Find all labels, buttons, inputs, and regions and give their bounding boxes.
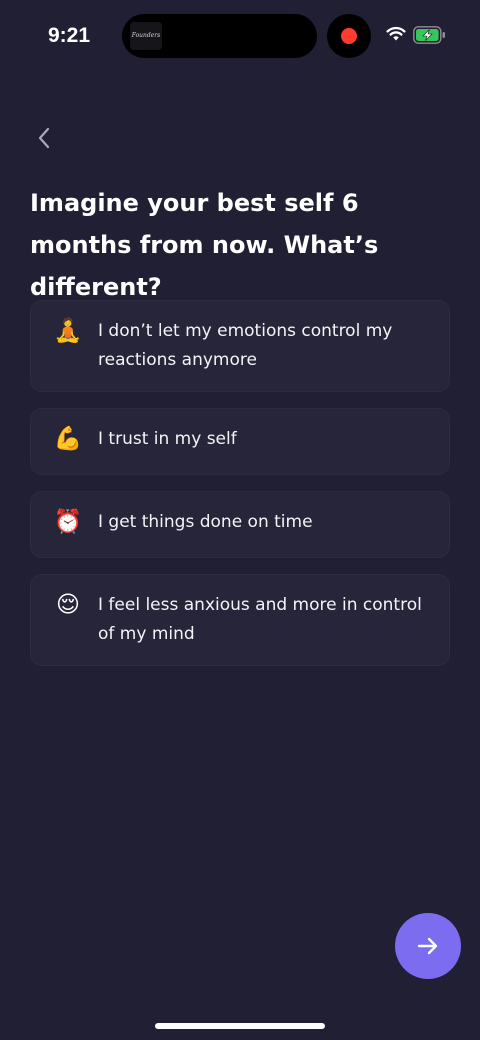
option-card-on-time[interactable]: ⏰ I get things done on time <box>30 491 450 558</box>
page-title: Imagine your best self 6 months from now… <box>30 189 379 301</box>
option-card-less-anxious[interactable]: 😌 I feel less anxious and more in contro… <box>30 574 450 666</box>
next-button[interactable] <box>395 913 461 979</box>
options-list: 🧘 I don’t let my emotions control my rea… <box>30 300 450 682</box>
wifi-icon <box>386 26 406 41</box>
chevron-left-icon <box>38 127 50 149</box>
battery-charging-icon <box>413 26 445 44</box>
option-label: I don’t let my emotions control my react… <box>98 321 393 370</box>
option-card-trust[interactable]: 💪 I trust in my self <box>30 408 450 475</box>
alarm-clock-icon: ⏰ <box>53 509 83 535</box>
home-indicator[interactable] <box>155 1023 325 1029</box>
arrow-right-icon <box>417 937 438 955</box>
relieved-face-icon: 😌 <box>56 592 80 618</box>
option-label: I trust in my self <box>98 429 237 449</box>
meditation-icon: 🧘 <box>53 318 83 344</box>
option-card-emotions[interactable]: 🧘 I don’t let my emotions control my rea… <box>30 300 450 392</box>
back-button[interactable] <box>28 122 60 154</box>
option-label: I feel less anxious and more in control … <box>98 595 422 644</box>
status-time: 9:21 <box>48 24 91 47</box>
option-label: I get things done on time <box>98 512 313 532</box>
record-indicator-icon <box>341 28 357 44</box>
flexed-biceps-icon: 💪 <box>53 426 83 452</box>
now-playing-thumbnail: Founders <box>130 22 162 50</box>
dynamic-island: Founders <box>122 14 317 58</box>
screen-recording-indicator <box>327 14 371 58</box>
